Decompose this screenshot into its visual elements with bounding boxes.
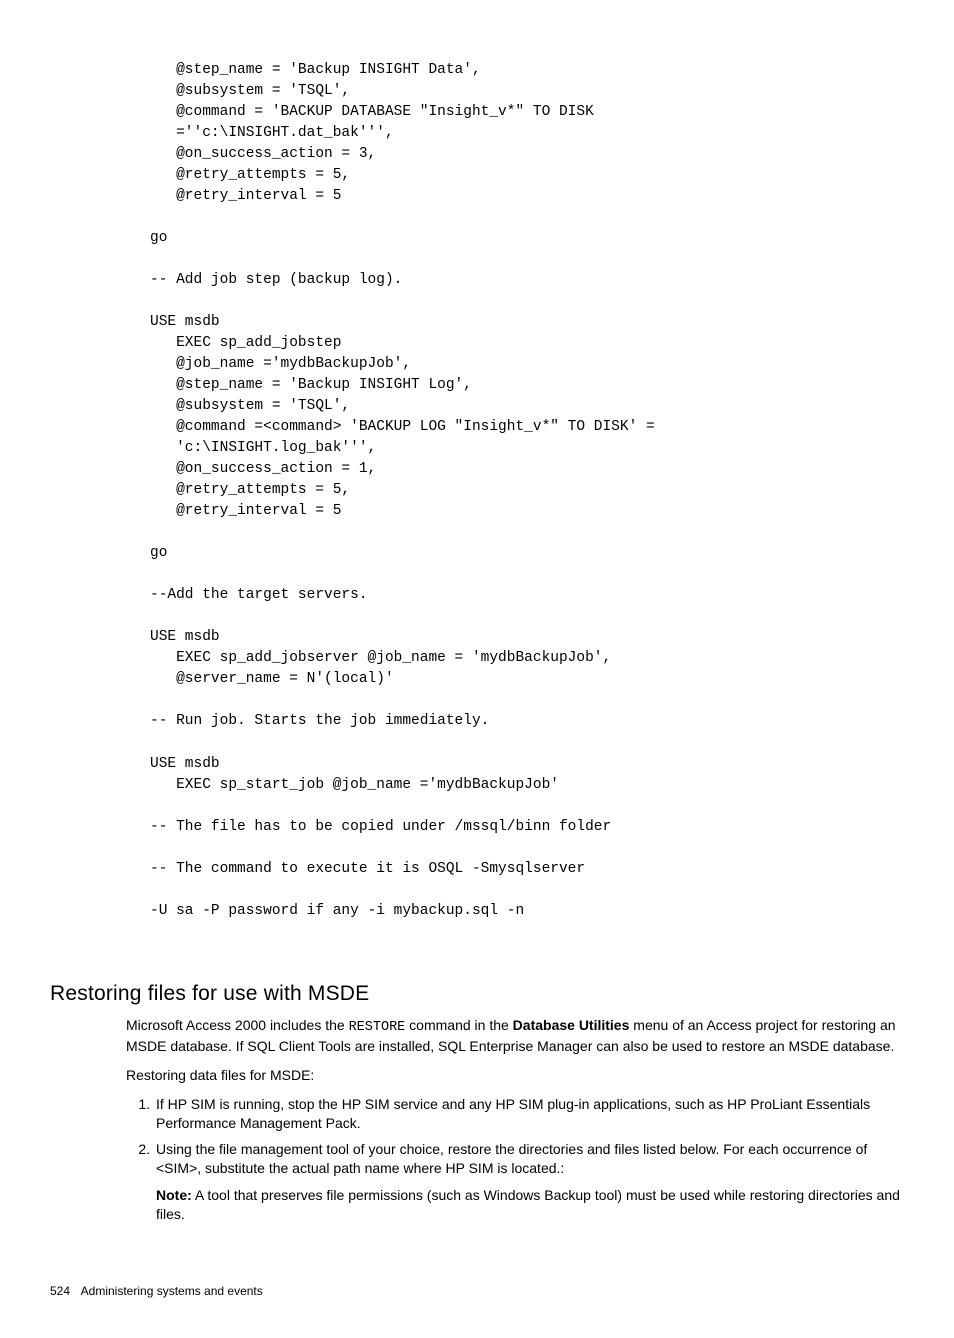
note: Note: A tool that preserves file permiss… xyxy=(156,1186,904,1224)
note-label: Note: xyxy=(156,1187,192,1203)
section-heading: Restoring files for use with MSDE xyxy=(50,982,904,1006)
step-item: Using the file management tool of your c… xyxy=(154,1140,904,1224)
text: Microsoft Access 2000 includes the xyxy=(126,1017,349,1033)
text: command in the xyxy=(405,1017,512,1033)
code-block: @step_name = 'Backup INSIGHT Data', @sub… xyxy=(150,60,904,922)
step-item: If HP SIM is running, stop the HP SIM se… xyxy=(154,1095,904,1133)
bold-term: Database Utilities xyxy=(513,1017,630,1033)
step-text: If HP SIM is running, stop the HP SIM se… xyxy=(156,1096,870,1131)
paragraph-subhead: Restoring data files for MSDE: xyxy=(126,1066,904,1085)
page-number: 524 xyxy=(50,1284,78,1298)
inline-code: RESTORE xyxy=(349,1020,406,1035)
page-footer: 524 Administering systems and events xyxy=(50,1284,904,1298)
step-text: Using the file management tool of your c… xyxy=(156,1141,867,1176)
ordered-steps: If HP SIM is running, stop the HP SIM se… xyxy=(126,1095,904,1224)
footer-title: Administering systems and events xyxy=(81,1284,263,1298)
note-text: A tool that preserves file permissions (… xyxy=(156,1187,900,1222)
paragraph-intro: Microsoft Access 2000 includes the RESTO… xyxy=(126,1016,904,1056)
